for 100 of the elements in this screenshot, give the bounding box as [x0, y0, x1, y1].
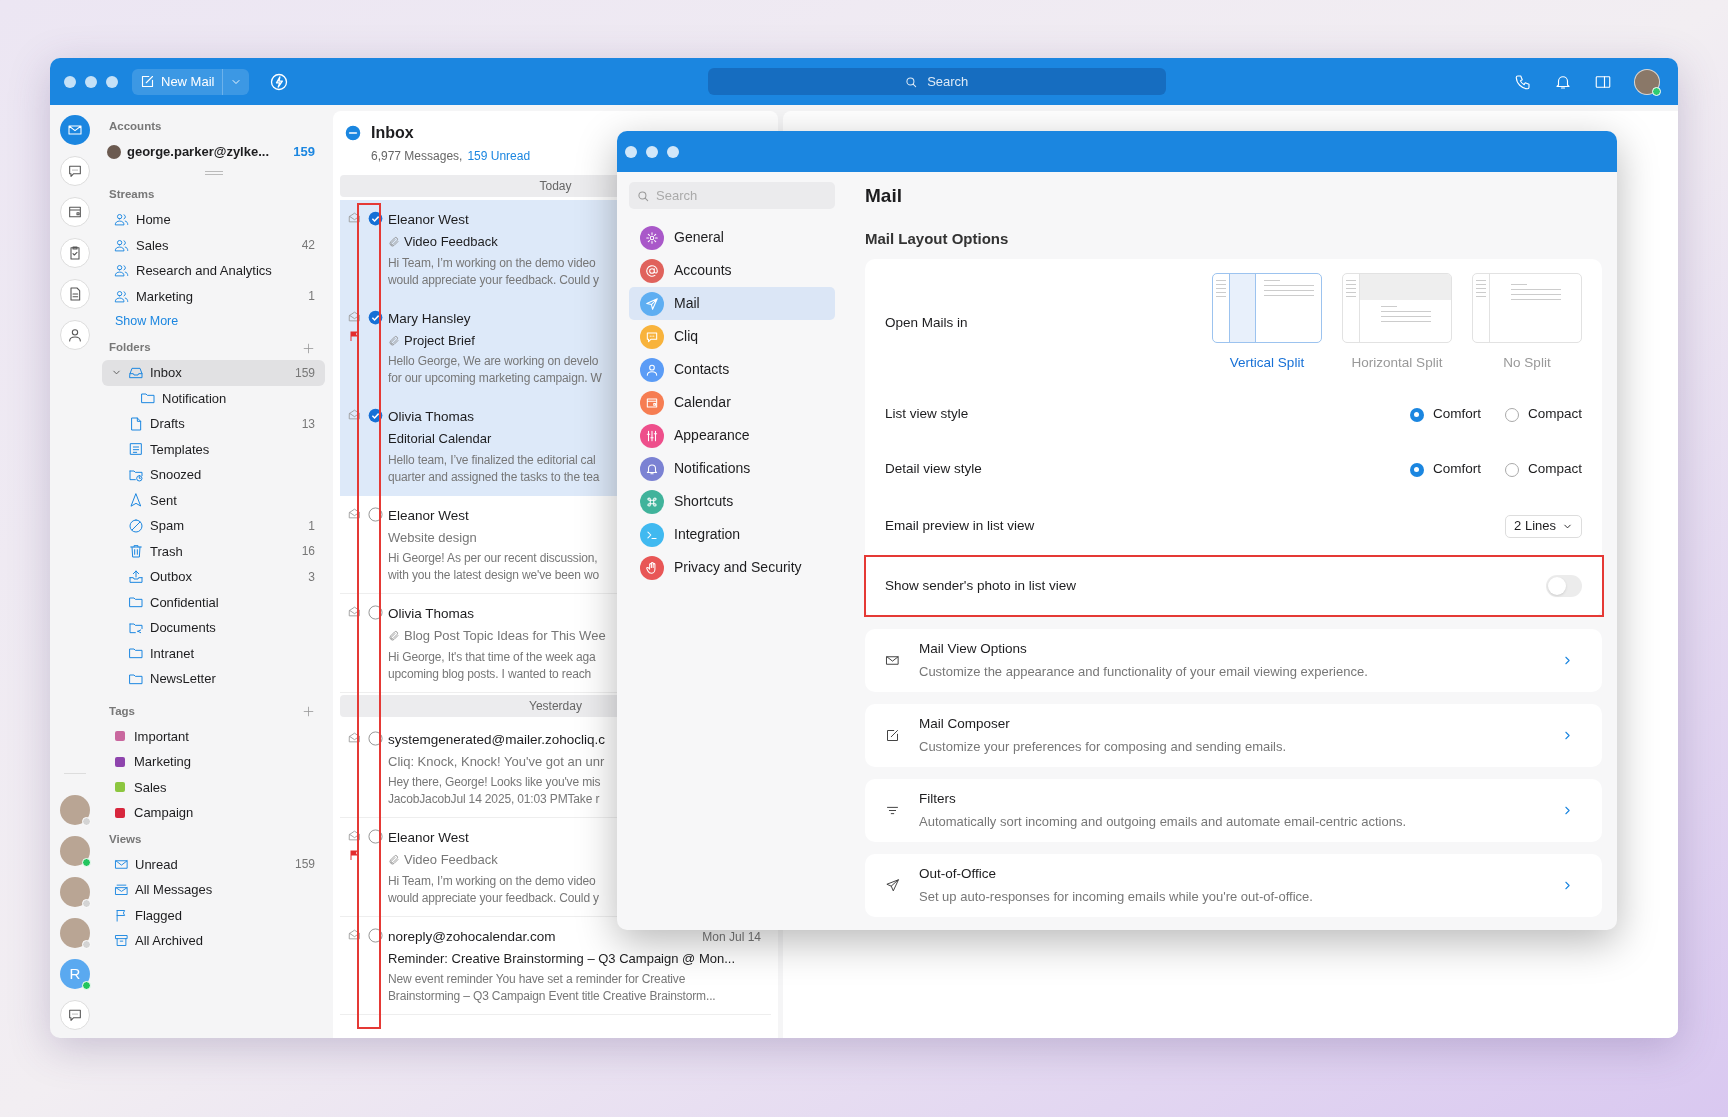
- app-switcher-button[interactable]: [60, 320, 90, 350]
- envelope-icon: [885, 653, 900, 668]
- window-control[interactable]: [667, 145, 679, 158]
- radio-button[interactable]: [1504, 407, 1519, 422]
- folder-item[interactable]: Notification: [102, 385, 325, 411]
- app-switcher-button[interactable]: [60, 279, 90, 309]
- archive-icon: [114, 933, 129, 949]
- list-icon: [128, 441, 144, 458]
- checkbox[interactable]: [367, 211, 383, 226]
- item-count: 16: [301, 543, 315, 561]
- drag-handle-icon[interactable]: [204, 171, 223, 175]
- radio-option[interactable]: Compact: [1504, 459, 1582, 480]
- at-sign-icon: [645, 263, 659, 278]
- stream-item[interactable]: Marketing 1: [102, 283, 325, 309]
- message-subject: Blog Post Topic Ideas for This Wee: [404, 627, 606, 646]
- settings-link-card[interactable]: Mail View Options Customize the appearance and functionality of your email viewing experience.: [865, 629, 1602, 692]
- settings-link-card[interactable]: Mail Composer Customize your preferences for composing and sending emails.: [865, 704, 1602, 767]
- message-preview: Hello team, I’ve finalized the editorial cal quarter and assigned the tasks to the tea: [388, 451, 600, 486]
- section-heading: Mail Layout Options: [865, 228, 1010, 249]
- setting-label: Email preview in list view: [885, 516, 1035, 535]
- folder-item[interactable]: Trash 16: [102, 538, 325, 564]
- view-item[interactable]: Flagged: [102, 902, 325, 928]
- folder-item[interactable]: Spam 1: [102, 513, 325, 539]
- folder-item[interactable]: NewsLetter: [102, 666, 325, 692]
- bell-icon: [645, 461, 659, 476]
- chat-bubble-icon: [645, 329, 659, 344]
- radio-button[interactable]: [1504, 462, 1519, 477]
- checkbox[interactable]: [367, 506, 383, 522]
- avatar: [107, 145, 121, 159]
- tag-item[interactable]: Campaign: [102, 800, 325, 826]
- outbox-icon: [128, 568, 144, 585]
- link-title: Mail View Options: [919, 640, 1028, 659]
- avatar[interactable]: [60, 795, 90, 825]
- folder-item[interactable]: Intranet: [102, 640, 325, 666]
- stream-item[interactable]: Home: [102, 207, 325, 233]
- chat-bubble-icon: [67, 163, 83, 179]
- folder-item[interactable]: Templates: [102, 436, 325, 462]
- unread-count[interactable]: 159 Unread: [467, 147, 531, 165]
- message-subject: Website design: [388, 528, 477, 547]
- open-envelope-icon: [347, 605, 361, 618]
- account-item[interactable]: george.parker@zylke... 159: [102, 139, 325, 165]
- app-switcher-button[interactable]: [60, 115, 90, 145]
- radio-option[interactable]: Comfort: [1409, 459, 1481, 480]
- search-field[interactable]: Search: [707, 68, 1166, 95]
- stream-item[interactable]: Research and Analytics: [102, 258, 325, 284]
- document-icon: [128, 415, 144, 432]
- item-count: 42: [301, 237, 315, 255]
- settings-search-field[interactable]: Search: [629, 182, 835, 209]
- layout-option[interactable]: Vertical Split: [1212, 272, 1322, 374]
- app-switcher-button[interactable]: [60, 197, 90, 227]
- checkbox[interactable]: [367, 605, 383, 620]
- show-more-link[interactable]: Show More: [102, 309, 325, 334]
- folder-item[interactable]: Sent: [102, 487, 325, 513]
- radio-button[interactable]: [1409, 407, 1424, 422]
- folder-item[interactable]: Drafts 13: [102, 411, 325, 437]
- checkbox[interactable]: [367, 927, 383, 943]
- window-control[interactable]: [106, 75, 118, 88]
- window-control[interactable]: [85, 75, 97, 88]
- settings-link-card[interactable]: Out-of-Office Set up auto-responses for incoming emails while you're out-of-office.: [865, 854, 1602, 917]
- tag-item[interactable]: Important: [102, 723, 325, 749]
- folder-item[interactable]: Documents: [102, 615, 325, 641]
- message-preview: Hi Team, I’m working on the demo video would appreciate your feedback. Could y: [388, 254, 599, 289]
- avatar[interactable]: [60, 836, 90, 866]
- tag-item[interactable]: Marketing: [102, 749, 325, 775]
- window-control[interactable]: [646, 145, 658, 158]
- section-label: Tags: [109, 703, 135, 719]
- window-control[interactable]: [625, 145, 637, 158]
- compose-icon: [885, 728, 900, 743]
- tag-item[interactable]: Sales: [102, 774, 325, 800]
- stream-item[interactable]: Sales 42: [102, 232, 325, 258]
- avatar[interactable]: [1634, 68, 1660, 95]
- checkbox[interactable]: [367, 829, 383, 844]
- folder-item[interactable]: Outbox 3: [102, 564, 325, 590]
- chat-button[interactable]: [60, 1000, 90, 1030]
- view-item[interactable]: All Messages: [102, 877, 325, 903]
- avatar[interactable]: [60, 877, 90, 907]
- folder-item[interactable]: Snoozed: [102, 462, 325, 488]
- folder-item[interactable]: Confidential: [102, 589, 325, 615]
- folder-item[interactable]: Inbox 159: [102, 360, 325, 386]
- radio-button[interactable]: [1409, 462, 1424, 477]
- message-subject: Reminder: Creative Brainstorming – Q3 Campaign @ Mon...: [388, 949, 735, 968]
- preview-lines-dropdown[interactable]: 2 Lines: [1505, 514, 1582, 538]
- radio-option[interactable]: Compact: [1504, 404, 1582, 425]
- app-switcher-button[interactable]: [60, 156, 90, 186]
- search-icon: [903, 75, 918, 89]
- avatar[interactable]: [60, 918, 90, 948]
- toggle-switch[interactable]: [1546, 575, 1582, 597]
- settings-link-card[interactable]: Filters Automatically sort incoming and outgoing emails and automate email-centric actions.: [865, 779, 1602, 842]
- app-switcher-button[interactable]: [60, 238, 90, 268]
- checkbox[interactable]: [367, 730, 383, 746]
- message-date: Mon Jul 14: [702, 928, 761, 946]
- person-icon: [67, 327, 83, 343]
- checkbox[interactable]: [367, 408, 383, 423]
- settings-page-title: Mail: [865, 184, 903, 208]
- view-item[interactable]: All Archived: [102, 928, 325, 954]
- window-control[interactable]: [64, 75, 76, 88]
- settings-nav-item[interactable]: Mail: [629, 287, 835, 320]
- radio-option[interactable]: Comfort: [1409, 404, 1481, 425]
- checkbox[interactable]: [367, 309, 383, 325]
- view-item[interactable]: Unread 159: [102, 851, 325, 877]
